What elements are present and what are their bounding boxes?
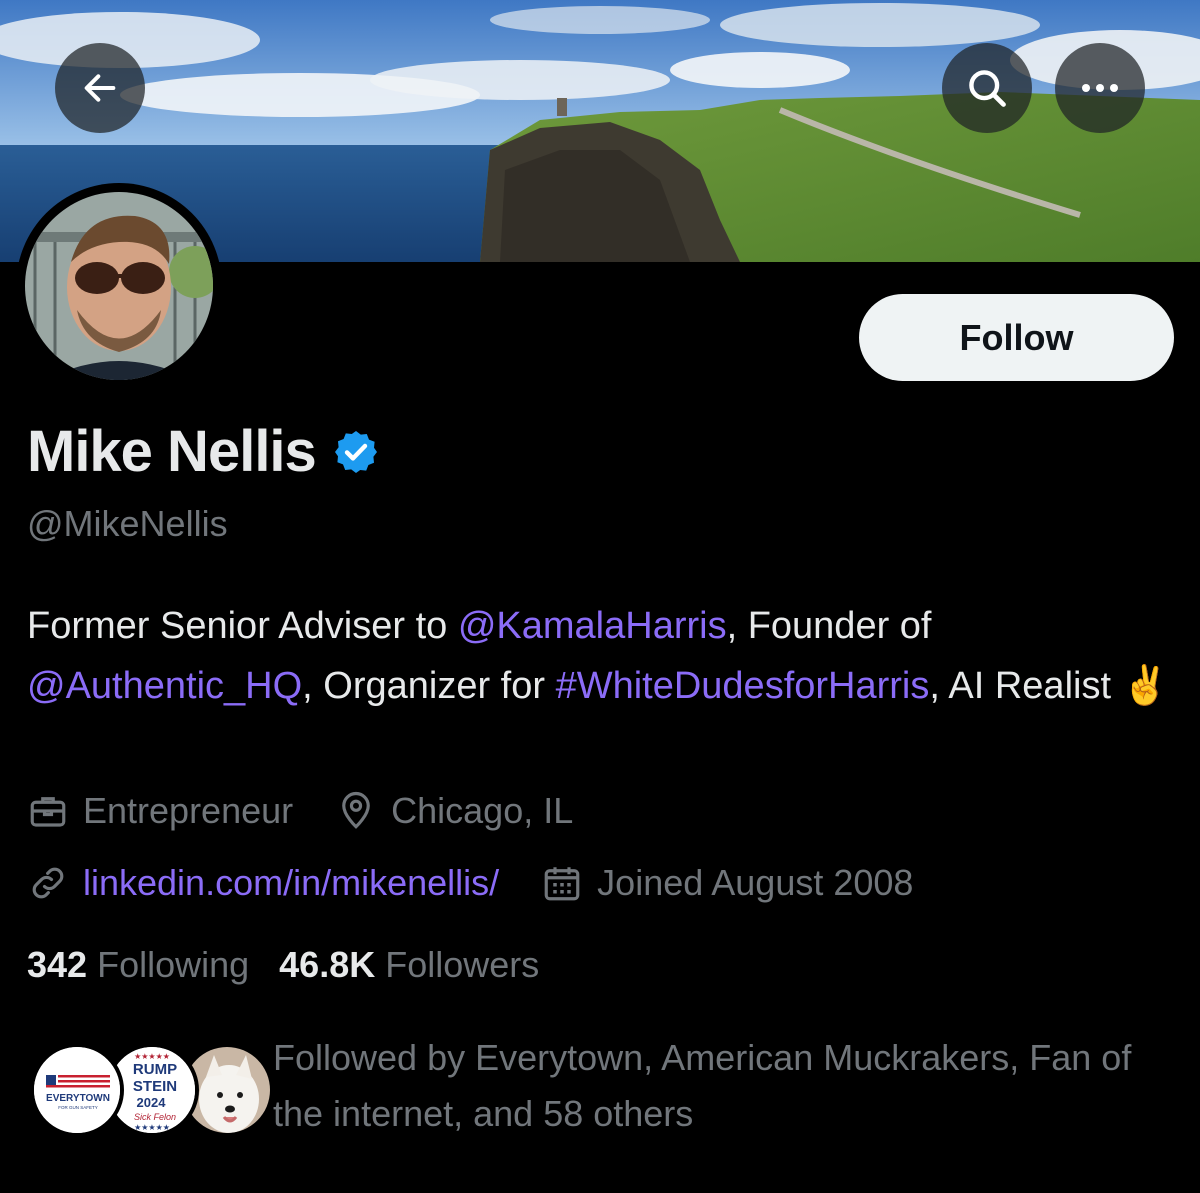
mention-link-kamalaharris[interactable]: @KamalaHarris bbox=[458, 605, 727, 647]
verified-badge-icon[interactable] bbox=[332, 428, 380, 476]
arrow-left-icon bbox=[84, 74, 116, 102]
briefcase-icon bbox=[30, 797, 66, 827]
mention-link-authentic-hq[interactable]: @Authentic_HQ bbox=[27, 665, 302, 707]
follower-avatar-everytown: EVERYTOWN FOR GUN SAFETY bbox=[30, 1043, 124, 1137]
profile-meta-row: linkedin.com/in/mikenellis/ Joined Augus… bbox=[27, 862, 955, 904]
joined-item: Joined August 2008 bbox=[541, 862, 913, 904]
bio-text: , AI Realist bbox=[929, 665, 1122, 707]
everytown-name: EVERYTOWN bbox=[46, 1093, 110, 1104]
follow-stats: 342 Following 46.8K Followers bbox=[27, 944, 569, 986]
search-icon bbox=[969, 70, 1006, 107]
bio-text: , Founder of bbox=[726, 605, 932, 647]
following-label: Following bbox=[97, 944, 250, 985]
link-icon bbox=[32, 867, 64, 899]
back-button[interactable] bbox=[55, 43, 145, 133]
profession-item: Entrepreneur bbox=[27, 790, 293, 832]
website-item[interactable]: linkedin.com/in/mikenellis/ bbox=[27, 862, 499, 904]
bio-text: , Organizer for bbox=[302, 665, 556, 707]
hashtag-link[interactable]: #WhiteDudesforHarris bbox=[556, 665, 930, 707]
display-name: Mike Nellis bbox=[27, 419, 317, 484]
more-horizontal-icon bbox=[1082, 84, 1118, 92]
avatar-photo bbox=[25, 192, 213, 380]
everytown-tagline: FOR GUN SAFETY bbox=[58, 1105, 98, 1110]
profile-bio: Former Senior Adviser to @KamalaHarris, … bbox=[27, 596, 1177, 716]
sign-line4: Sick Felon bbox=[134, 1112, 176, 1122]
bio-text: Former Senior Adviser to bbox=[27, 605, 458, 647]
follow-button[interactable]: Follow bbox=[859, 294, 1174, 381]
more-options-button[interactable] bbox=[1055, 43, 1145, 133]
location-text: Chicago, IL bbox=[391, 790, 574, 831]
user-handle: @MikeNellis bbox=[27, 503, 228, 544]
sign-line1: RUMP bbox=[133, 1061, 177, 1078]
website-link[interactable]: linkedin.com/in/mikenellis/ bbox=[83, 862, 499, 904]
joined-text: Joined August 2008 bbox=[597, 862, 914, 903]
followers-stat[interactable]: 46.8K Followers bbox=[279, 944, 539, 986]
calendar-icon bbox=[544, 867, 580, 901]
profession-text: Entrepreneur bbox=[83, 790, 294, 831]
location-item: Chicago, IL bbox=[335, 790, 573, 832]
sign-line3: 2024 bbox=[137, 1095, 167, 1110]
victory-hand-emoji: ✌️ bbox=[1121, 665, 1169, 707]
name-row: Mike Nellis bbox=[27, 418, 380, 485]
search-button[interactable] bbox=[942, 43, 1032, 133]
profile-meta-row: Entrepreneur Chicago, IL bbox=[27, 790, 615, 832]
known-followers-avatars[interactable]: ★★★★★ RUMP STEIN 2024 Sick Felon ★★★★★ E… bbox=[30, 1043, 274, 1139]
followers-label: Followers bbox=[385, 944, 540, 985]
location-pin-icon bbox=[342, 791, 370, 829]
profile-avatar[interactable] bbox=[16, 183, 222, 389]
svg-text:★★★★★: ★★★★★ bbox=[134, 1052, 170, 1061]
svg-text:★★★★★: ★★★★★ bbox=[134, 1123, 170, 1132]
sign-line2: STEIN bbox=[133, 1078, 177, 1095]
following-count: 342 bbox=[27, 944, 88, 985]
following-stat[interactable]: 342 Following bbox=[27, 944, 249, 986]
followed-by-text[interactable]: Followed by Everytown, American Muckrake… bbox=[273, 1030, 1153, 1142]
followers-count: 46.8K bbox=[279, 944, 376, 985]
everytown-logo: EVERYTOWN FOR GUN SAFETY bbox=[34, 1047, 120, 1133]
